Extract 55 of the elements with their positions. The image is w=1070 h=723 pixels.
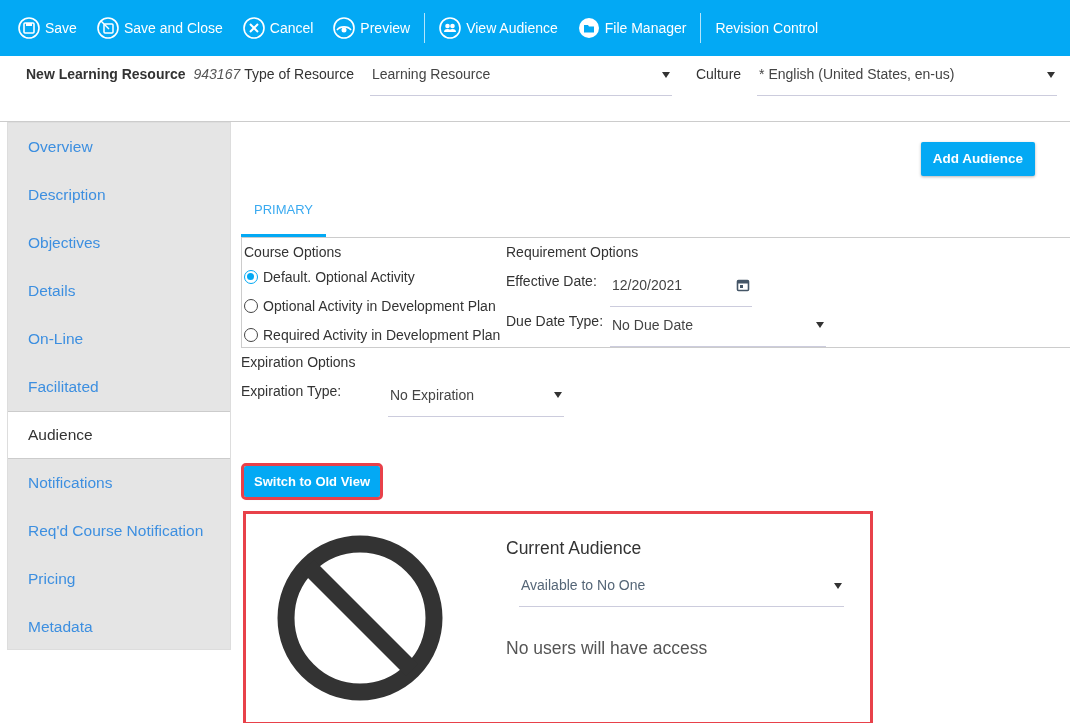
sidebar-item[interactable]: Pricing [8,555,230,603]
sidebar-item[interactable]: Overview [8,123,230,171]
radio-option[interactable]: Required Activity in Development Plan [244,320,501,350]
dropdown-field[interactable]: No Expiration [388,380,564,417]
sidebar-item[interactable]: Req'd Course Notification [8,507,230,555]
field-label: Culture [695,65,742,84]
section-title: Course Options [244,242,343,262]
caret-icon [816,322,824,329]
calendar-icon[interactable] [736,278,750,293]
caret-icon [1047,71,1056,78]
radio-option[interactable]: Optional Activity in Development Plan [244,291,496,321]
prohibited-icon [276,534,444,703]
cancel-icon [242,17,265,39]
dropdown-field[interactable]: * English (United States, en-us) [757,60,1058,96]
caret-icon [554,392,562,399]
switch-view-button[interactable]: Switch to Old View [244,465,381,498]
sidebar-item[interactable]: Metadata [8,603,230,651]
toolbar-button[interactable]: Save and Close [86,8,233,48]
field-label: Effective Date: [506,271,598,291]
audience-dropdown[interactable]: Available to No One [519,571,844,608]
toolbar-button[interactable]: Preview [323,8,421,48]
sidebar-item[interactable]: Audience [8,411,230,459]
caret-icon [834,582,842,589]
record-id: 943167 [193,65,241,84]
sidebar-item[interactable]: Facilitated [8,363,230,411]
toolbar-button[interactable]: Save [8,8,87,48]
toolbar-button[interactable]: Revision Control [705,8,829,48]
field-label: Expiration Type: [241,381,343,401]
radio-option[interactable]: Default. Optional Activity [244,262,415,292]
sidebar-item[interactable]: Description [8,171,230,219]
sidebar-item[interactable]: Objectives [8,219,230,267]
sidebar-item[interactable]: Details [8,267,230,315]
date-field[interactable]: 12/20/2021 [610,270,752,307]
sidebar-item[interactable]: Notifications [8,459,230,507]
tab[interactable]: PRIMARY [241,188,326,237]
status-message: No users will have access [506,637,709,661]
folder-icon [577,17,600,39]
eye-icon [333,17,356,39]
section-title: Expiration Options [241,352,357,372]
section-title: Requirement Options [506,242,640,262]
save-icon [18,17,40,39]
field-label: Due Date Type: [506,311,605,331]
field-label: Type of Resource [244,65,354,84]
dropdown-field[interactable]: Learning Resource [369,60,672,96]
panel-title: Current Audience [506,537,643,560]
toolbar-button[interactable]: Cancel [232,8,324,48]
floppy-cross-icon [96,17,119,39]
add-audience-button[interactable]: Add Audience [920,142,1035,177]
dropdown-field[interactable]: No Due Date [610,310,826,347]
people-icon [439,17,462,39]
toolbar-button[interactable]: File Manager [567,8,697,48]
toolbar-button[interactable]: View Audience [429,8,568,48]
title-text: New Learning Resource [26,65,186,84]
sidebar-item[interactable]: On-Line [8,315,230,363]
caret-icon [661,71,670,78]
